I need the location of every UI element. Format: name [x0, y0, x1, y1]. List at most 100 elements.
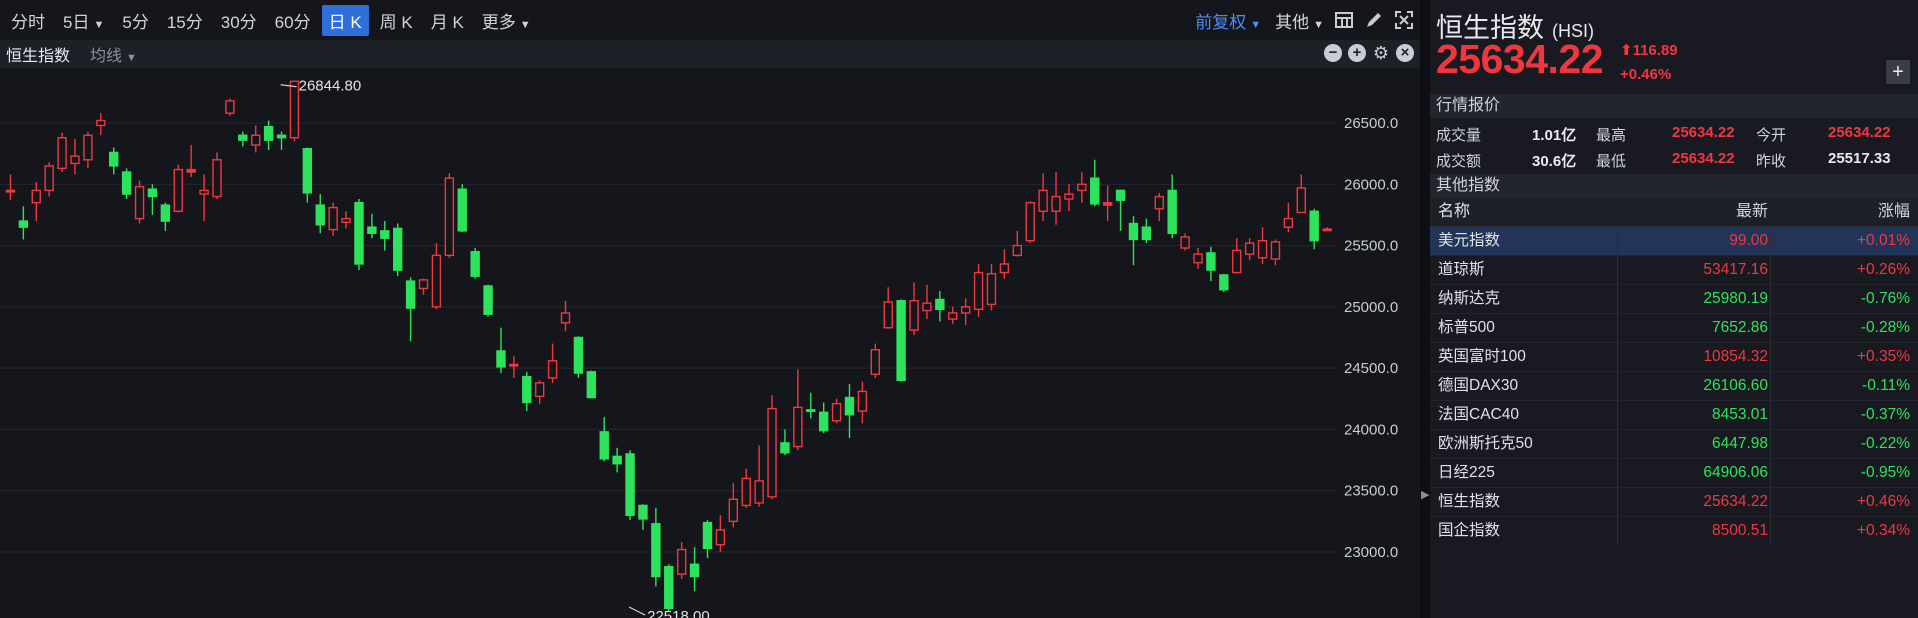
fullscreen-icon[interactable] [1394, 10, 1414, 30]
candle[interactable] [109, 147, 119, 175]
candle[interactable] [728, 483, 739, 528]
candle[interactable] [70, 138, 80, 175]
candle[interactable] [483, 284, 493, 317]
candle[interactable] [999, 249, 1010, 279]
candle[interactable] [793, 369, 803, 451]
candle[interactable] [31, 181, 41, 222]
close-icon[interactable]: × [1396, 44, 1414, 62]
other-dropdown[interactable]: 其他 ▼ [1275, 8, 1324, 33]
table-row[interactable]: 道琼斯 53417.16 +0.26% [1430, 256, 1918, 285]
candle[interactable] [1051, 172, 1061, 225]
candle[interactable] [1244, 238, 1255, 261]
candle[interactable] [1193, 248, 1203, 269]
candle[interactable] [121, 168, 132, 199]
candle[interactable] [960, 298, 971, 326]
candle[interactable] [831, 398, 842, 424]
table-row[interactable]: 国企指数 8500.51 +0.34% [1430, 517, 1918, 545]
period-tab-2[interactable]: 5分 [115, 5, 155, 36]
candle[interactable] [44, 162, 54, 197]
candle[interactable] [1283, 202, 1294, 233]
candle[interactable] [986, 263, 997, 311]
candle[interactable] [173, 164, 183, 213]
candle[interactable] [238, 131, 248, 147]
expand-arrow-icon[interactable]: ▶ [1421, 488, 1429, 501]
period-tab-4[interactable]: 30分 [214, 5, 264, 36]
candle[interactable] [1102, 185, 1113, 222]
candle[interactable] [741, 468, 751, 508]
zoom-out-icon[interactable]: − [1324, 44, 1342, 62]
candle[interactable] [818, 402, 829, 434]
candle[interactable] [1064, 184, 1074, 212]
table-row[interactable]: 标普500 7652.86 -0.28% [1430, 314, 1918, 343]
candle[interactable] [896, 299, 906, 382]
candle[interactable] [870, 343, 881, 378]
others-table-body[interactable]: 美元指数 99.00 +0.01% 道琼斯 53417.16 +0.26% 纳斯达克 2598… [1430, 227, 1918, 545]
candle[interactable] [496, 327, 506, 374]
table-row[interactable]: 美元指数 99.00 +0.01% [1430, 227, 1918, 256]
zoom-in-icon[interactable]: + [1348, 44, 1366, 62]
candle[interactable] [1270, 239, 1281, 266]
table-row[interactable]: 德国DAX30 26106.60 -0.11% [1430, 372, 1918, 401]
candle[interactable] [57, 132, 67, 173]
candle[interactable] [134, 180, 145, 224]
candle[interactable] [354, 198, 364, 271]
candle[interactable] [1180, 233, 1190, 251]
candle[interactable] [276, 131, 287, 150]
candle[interactable] [18, 206, 29, 240]
candle[interactable] [1090, 159, 1100, 207]
table-row[interactable]: 恒生指数 25634.22 +0.46% [1430, 488, 1918, 517]
candle[interactable] [1154, 192, 1164, 222]
candle[interactable] [199, 174, 209, 222]
draw-pen-icon[interactable] [1364, 10, 1384, 30]
candle[interactable] [1128, 216, 1139, 266]
period-tab-6[interactable]: 日 K [321, 4, 369, 36]
table-row[interactable]: 英国富时100 10854.32 +0.35% [1430, 343, 1918, 372]
candle[interactable] [586, 370, 597, 399]
candle[interactable] [263, 120, 274, 150]
candle[interactable] [1257, 227, 1268, 264]
candle[interactable] [883, 287, 893, 329]
candle[interactable] [638, 504, 648, 530]
candle[interactable] [289, 80, 300, 142]
candle[interactable] [599, 417, 609, 462]
candle[interactable] [302, 147, 313, 203]
candle[interactable] [806, 392, 816, 419]
candle[interactable] [909, 282, 919, 336]
candle[interactable] [715, 515, 726, 552]
candle[interactable] [444, 173, 455, 258]
candle[interactable] [767, 395, 777, 500]
candle[interactable] [96, 113, 106, 136]
candle[interactable] [560, 300, 571, 332]
candle[interactable] [160, 202, 171, 231]
candle[interactable] [212, 152, 222, 199]
candle[interactable] [431, 243, 442, 310]
candle[interactable] [1309, 208, 1319, 250]
candle[interactable] [1232, 238, 1242, 274]
grid-layout-icon[interactable] [1334, 10, 1354, 30]
add-watchlist-button[interactable]: + [1886, 60, 1910, 84]
candle[interactable] [83, 131, 93, 169]
candle[interactable] [405, 277, 416, 342]
candle[interactable] [392, 223, 403, 277]
candle[interactable] [1219, 273, 1229, 293]
candle[interactable] [689, 547, 700, 592]
adjust-dropdown[interactable]: 前复权 ▼ [1195, 8, 1261, 33]
candle[interactable] [922, 284, 932, 320]
col-name-header[interactable]: 名称 [1438, 198, 1470, 226]
candle[interactable] [509, 355, 519, 378]
candle[interactable] [857, 381, 868, 424]
candle[interactable] [470, 248, 480, 279]
candlestick-chart[interactable]: 23000.0 23500.0 24000.0 24500.0 25000.0 25500… [0, 68, 1420, 618]
table-row[interactable]: 欧洲斯托克50 6447.98 -0.22% [1430, 430, 1918, 459]
col-last-header[interactable]: 最新 [1736, 198, 1768, 226]
table-row[interactable]: 纳斯达克 25980.19 -0.76% [1430, 285, 1918, 314]
candle[interactable] [251, 125, 261, 153]
candle[interactable] [341, 211, 351, 229]
candle[interactable] [651, 507, 661, 587]
candle[interactable] [676, 542, 687, 579]
candle[interactable] [1012, 230, 1022, 257]
candle[interactable] [547, 343, 558, 383]
candle[interactable] [186, 145, 196, 177]
gear-icon[interactable]: ⚙ [1372, 44, 1390, 62]
period-tab-1[interactable]: 5日 ▼ [56, 5, 111, 36]
